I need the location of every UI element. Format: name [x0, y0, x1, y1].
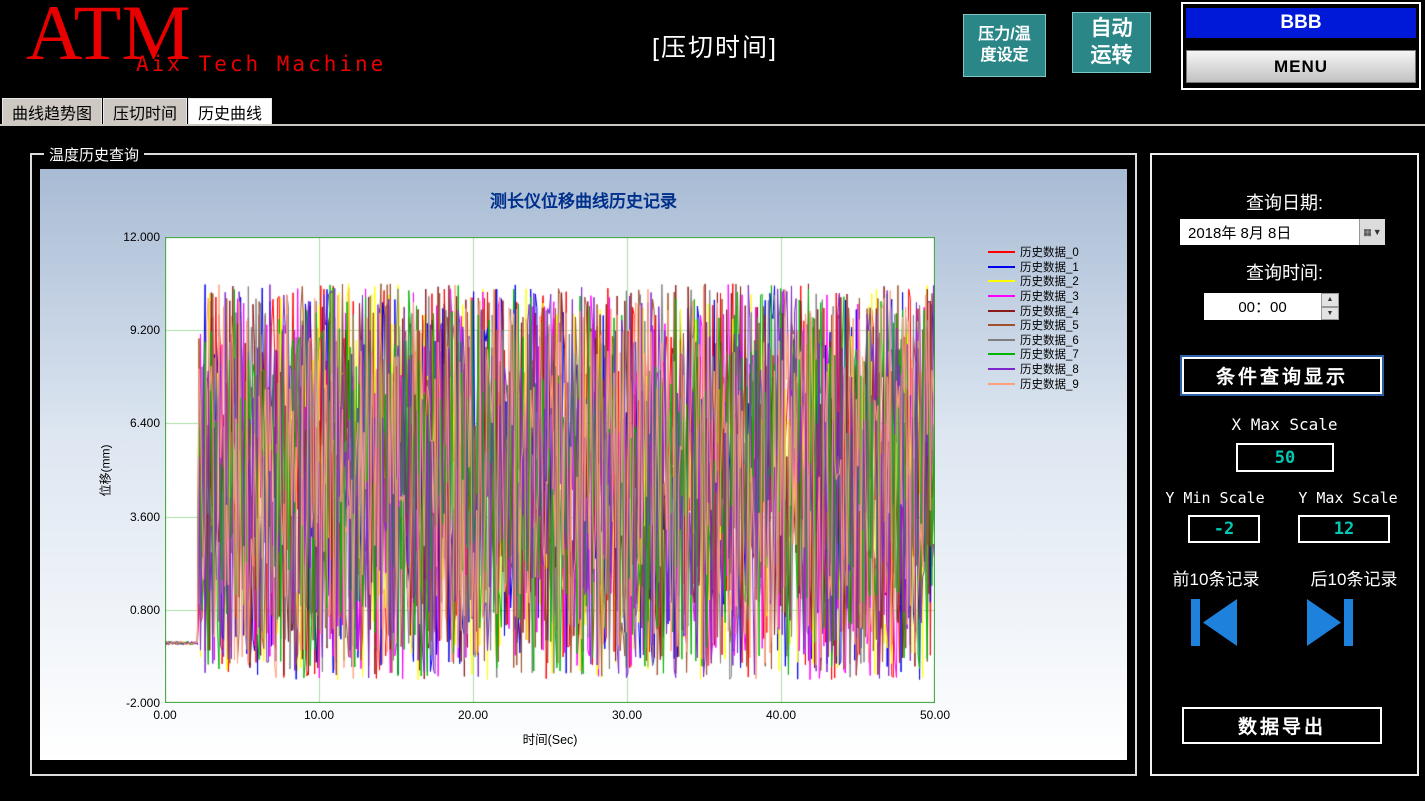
calendar-icon: ▦ — [1363, 226, 1372, 237]
legend-label: 历史数据_1 — [1020, 261, 1079, 274]
chart-legend: 历史数据_0 历史数据_1 历史数据_2 历史数据_3 历史数据_4 历史数据_5 历史数据… — [988, 245, 1079, 391]
y-tick-label: 0.800 — [129, 602, 160, 617]
legend-swatch — [988, 382, 1015, 385]
menu-button[interactable]: MENU — [1186, 50, 1416, 83]
legend-item: 历史数据_7 — [988, 347, 1079, 362]
skip-back-icon — [1191, 599, 1237, 646]
legend-item: 历史数据_3 — [988, 289, 1079, 304]
y-max-scale-field[interactable]: 12 — [1298, 515, 1390, 543]
skip-forward-icon — [1307, 599, 1353, 646]
legend-swatch — [988, 368, 1015, 371]
y-max-scale-label: Y Max Scale — [1298, 489, 1398, 507]
x-max-scale-field[interactable]: 50 — [1236, 443, 1334, 472]
legend-swatch — [988, 324, 1015, 327]
legend-label: 历史数据_9 — [1020, 378, 1079, 391]
x-tick-label: 30.00 — [611, 708, 643, 722]
legend-item: 历史数据_6 — [988, 333, 1079, 348]
query-time-label: 查询时间: — [1245, 263, 1323, 283]
tab-divider — [0, 124, 1425, 126]
legend-swatch — [988, 309, 1015, 312]
legend-swatch — [988, 280, 1015, 283]
legend-swatch — [988, 295, 1015, 298]
prev-records-label: 前10条记录 — [1172, 570, 1260, 589]
status-banner: BBB — [1186, 8, 1416, 38]
pressure-temp-settings-button[interactable]: 压力/温 度设定 — [963, 14, 1046, 77]
spinner-down-button[interactable]: ▼ — [1321, 306, 1339, 320]
query-date-label: 查询日期: — [1245, 193, 1323, 213]
data-export-button[interactable]: 数据导出 — [1182, 707, 1382, 744]
legend-label: 历史数据_6 — [1020, 334, 1079, 347]
time-input-value: 00：00 — [1238, 299, 1287, 316]
query-sidebar: 查询日期: 2018年 8月 8日 ▦ ▼ 查询时间: 00：00 ▲ ▼ 条件查… — [1150, 153, 1419, 776]
legend-item: 历史数据_0 — [988, 245, 1079, 260]
conditional-query-button[interactable]: 条件查询显示 — [1182, 357, 1382, 394]
legend-item: 历史数据_8 — [988, 362, 1079, 377]
legend-swatch — [988, 251, 1015, 254]
y-tick-label: 3.600 — [129, 509, 160, 524]
application-window: ATM Aix Tech Machine [压切时间] 压力/温 度设定 自动 … — [0, 0, 1425, 801]
chart-title: 测长仪位移曲线历史记录 — [490, 192, 677, 211]
legend-swatch — [988, 338, 1015, 341]
next-records-button[interactable] — [1298, 593, 1360, 653]
legend-item: 历史数据_5 — [988, 318, 1079, 333]
legend-label: 历史数据_2 — [1020, 276, 1079, 289]
legend-item: 历史数据_2 — [988, 274, 1079, 289]
legend-item: 历史数据_1 — [988, 260, 1079, 275]
legend-label: 历史数据_7 — [1020, 349, 1079, 362]
date-picker[interactable]: 2018年 8月 8日 ▦ ▼ — [1180, 219, 1385, 245]
tab-curve-trend[interactable]: 曲线趋势图 — [2, 98, 103, 124]
date-picker-value: 2018年 8月 8日 — [1188, 224, 1292, 242]
x-tick-label: 10.00 — [303, 708, 335, 722]
legend-swatch — [988, 265, 1015, 268]
legend-swatch — [988, 353, 1015, 356]
history-query-groupbox: 温度历史查询 测长仪位移曲线历史记录 位移(mm) 时间(Sec) 历史数据_0… — [30, 144, 1137, 776]
chevron-down-icon: ▼ — [1372, 227, 1382, 237]
next-records-label: 后10条记录 — [1310, 570, 1398, 589]
legend-item: 历史数据_4 — [988, 303, 1079, 318]
y-min-scale-label: Y Min Scale — [1165, 489, 1265, 507]
y-tick-label: 9.200 — [129, 323, 160, 338]
x-tick-label: 40.00 — [765, 708, 797, 722]
time-input[interactable]: 00：00 ▲ ▼ — [1204, 293, 1339, 320]
history-chart: 测长仪位移曲线历史记录 位移(mm) 时间(Sec) 历史数据_0 历史数据_1 历… — [40, 169, 1127, 760]
groupbox-title: 温度历史查询 — [44, 144, 145, 165]
auto-run-button[interactable]: 自动 运转 — [1072, 12, 1151, 73]
tab-press-cut-time[interactable]: 压切时间 — [103, 98, 188, 124]
y-min-scale-field[interactable]: -2 — [1188, 515, 1260, 543]
app-logo-subtitle: Aix Tech Machine — [136, 52, 387, 76]
legend-label: 历史数据_0 — [1020, 247, 1079, 260]
x-tick-label: 20.00 — [457, 708, 489, 722]
y-tick-label: 6.400 — [129, 416, 160, 431]
menu-panel: BBB MENU — [1181, 2, 1421, 90]
tab-bar: 曲线趋势图 压切时间 历史曲线 — [2, 98, 273, 124]
x-tick-label: 50.00 — [919, 708, 951, 722]
tab-history-curve[interactable]: 历史曲线 — [188, 98, 273, 124]
y-tick-label: 12.000 — [123, 230, 160, 244]
legend-label: 历史数据_4 — [1020, 305, 1079, 318]
chart-plot-area — [165, 237, 935, 703]
calendar-dropdown-button[interactable]: ▦ ▼ — [1359, 219, 1385, 245]
x-axis-label: 时间(Sec) — [522, 733, 578, 747]
y-axis-label: 位移(mm) — [98, 444, 113, 497]
legend-label: 历史数据_5 — [1020, 320, 1079, 333]
legend-label: 历史数据_8 — [1020, 364, 1079, 377]
page-title: [压切时间] — [652, 34, 778, 62]
x-tick-label: 0.00 — [153, 708, 177, 722]
time-spinner: ▲ ▼ — [1321, 293, 1339, 320]
spinner-up-button[interactable]: ▲ — [1321, 293, 1339, 307]
prev-records-button[interactable] — [1184, 593, 1246, 653]
legend-item: 历史数据_9 — [988, 376, 1079, 391]
x-max-scale-label: X Max Scale — [1231, 415, 1338, 434]
legend-label: 历史数据_3 — [1020, 291, 1079, 304]
